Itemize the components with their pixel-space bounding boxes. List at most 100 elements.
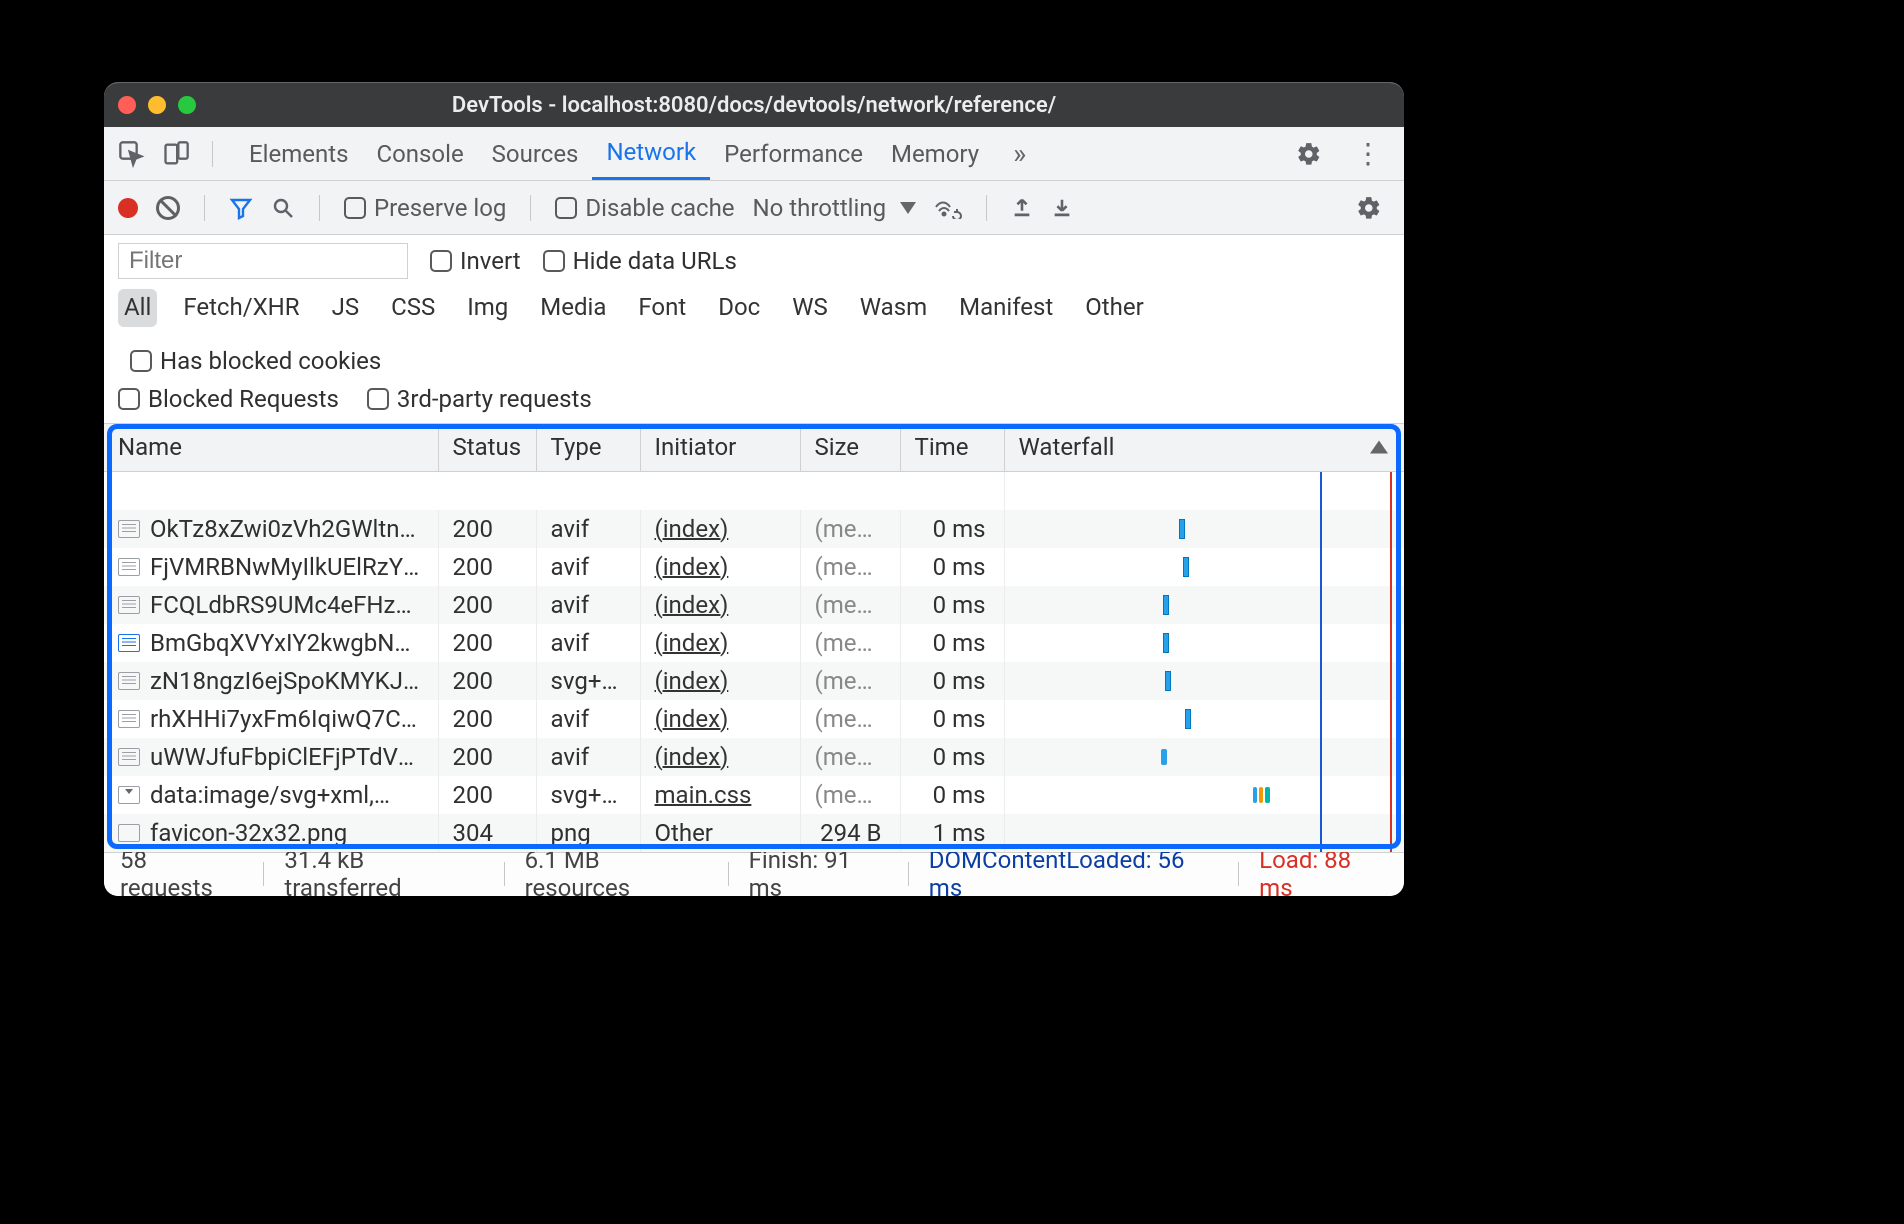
checkbox-icon[interactable]	[430, 250, 452, 272]
divider	[204, 195, 205, 221]
checkbox-icon[interactable]	[543, 250, 565, 272]
filter-type-js[interactable]: JS	[326, 289, 366, 327]
has-blocked-cookies-label: Has blocked cookies	[160, 347, 381, 375]
network-conditions-icon[interactable]	[934, 197, 962, 219]
col-status[interactable]: Status	[438, 424, 536, 472]
table-row[interactable]: uWWJfuFbpiClEFjPTdVD.p…200avif(index)(me…	[104, 738, 1404, 776]
device-toggle-icon[interactable]	[162, 140, 190, 168]
tab-network[interactable]: Network	[592, 127, 710, 180]
more-tabs-icon[interactable]: »	[1013, 137, 1026, 170]
clear-icon[interactable]	[156, 196, 180, 220]
filter-type-font[interactable]: Font	[632, 289, 692, 327]
filter-type-all[interactable]: All	[118, 289, 157, 327]
request-initiator[interactable]: (index)	[640, 738, 800, 776]
preserve-log-checkbox[interactable]: Preserve log	[344, 194, 506, 222]
filter-type-img[interactable]: Img	[461, 289, 514, 327]
table-row[interactable]: OkTz8xZwi0zVh2GWltnE.p…200avif(index)(me…	[104, 510, 1404, 548]
filter-type-media[interactable]: Media	[534, 289, 612, 327]
filter-type-fetch-xhr[interactable]: Fetch/XHR	[177, 289, 305, 327]
filter-type-ws[interactable]: WS	[786, 289, 834, 327]
table-row[interactable]: data:image/svg+xml,…200svg+xmlmain.css(m…	[104, 776, 1404, 814]
tab-console[interactable]: Console	[362, 127, 477, 180]
table-row[interactable]: FCQLdbRS9UMc4eFHzYvI…200avif(index)(mem……	[104, 586, 1404, 624]
inspect-element-icon[interactable]	[118, 140, 146, 168]
table-row[interactable]: zN18ngzI6ejSpoKMYKJG.s…200svg+xml(index)…	[104, 662, 1404, 700]
request-initiator[interactable]: (index)	[640, 510, 800, 548]
tab-memory[interactable]: Memory	[877, 127, 993, 180]
request-initiator[interactable]: (index)	[640, 548, 800, 586]
zoom-window-icon[interactable]	[178, 96, 196, 114]
filter-input[interactable]	[118, 243, 408, 279]
table-row[interactable]: rhXHHi7yxFm6IqiwQ7C3.p…200avif(index)(me…	[104, 700, 1404, 738]
tab-performance[interactable]: Performance	[710, 127, 877, 180]
request-type: avif	[536, 738, 640, 776]
col-initiator[interactable]: Initiator	[640, 424, 800, 472]
close-window-icon[interactable]	[118, 96, 136, 114]
waterfall-cell	[1004, 700, 1404, 738]
hide-data-urls-label: Hide data URLs	[573, 247, 737, 275]
network-status-bar: 58 requests 31.4 kB transferred 6.1 MB r…	[104, 852, 1404, 896]
disable-cache-checkbox[interactable]: Disable cache	[555, 194, 734, 222]
third-party-label: 3rd-party requests	[397, 385, 592, 413]
tab-elements[interactable]: Elements	[235, 127, 362, 180]
request-status: 200	[438, 548, 536, 586]
filter-type-manifest[interactable]: Manifest	[953, 289, 1059, 327]
devtools-tabs: ElementsConsoleSourcesNetworkPerformance…	[104, 127, 1404, 181]
table-row[interactable]: BmGbqXVYxIY2kwgbNms…200avif(index)(mem…0…	[104, 624, 1404, 662]
request-initiator[interactable]: main.css	[640, 776, 800, 814]
devtools-window: DevTools - localhost:8080/docs/devtools/…	[104, 82, 1404, 896]
tab-sources[interactable]: Sources	[478, 127, 593, 180]
request-name: FjVMRBNwMyIlkUElRzYI.p…	[150, 553, 424, 581]
request-initiator[interactable]: (index)	[640, 700, 800, 738]
filter-type-wasm[interactable]: Wasm	[854, 289, 933, 327]
checkbox-icon[interactable]	[367, 388, 389, 410]
request-initiator[interactable]: (index)	[640, 662, 800, 700]
filter-funnel-icon[interactable]	[229, 196, 253, 220]
export-har-icon[interactable]	[1051, 197, 1073, 219]
filter-type-other[interactable]: Other	[1079, 289, 1149, 327]
col-waterfall[interactable]: Waterfall	[1004, 424, 1404, 472]
throttling-select[interactable]: No throttling	[753, 194, 917, 222]
request-initiator[interactable]: (index)	[640, 624, 800, 662]
file-type-icon	[118, 672, 140, 690]
import-har-icon[interactable]	[1011, 197, 1033, 219]
invert-checkbox[interactable]: Invert	[430, 247, 521, 275]
load-time: Load: 88 ms	[1259, 846, 1388, 896]
hide-data-urls-checkbox[interactable]: Hide data URLs	[543, 247, 737, 275]
col-size[interactable]: Size	[800, 424, 900, 472]
filter-type-css[interactable]: CSS	[385, 289, 441, 327]
checkbox-icon[interactable]	[555, 197, 577, 219]
settings-gear-icon[interactable]	[1288, 141, 1330, 167]
table-row[interactable]: favicon-32x32.png304pngOther294 B1 ms	[104, 814, 1404, 852]
checkbox-icon[interactable]	[130, 350, 152, 372]
minimize-window-icon[interactable]	[148, 96, 166, 114]
blocked-requests-checkbox[interactable]: Blocked Requests	[118, 385, 339, 413]
request-initiator[interactable]: (index)	[640, 586, 800, 624]
request-size: (mem…	[800, 548, 900, 586]
has-blocked-cookies-checkbox[interactable]: Has blocked cookies	[130, 347, 381, 375]
col-name[interactable]: Name	[104, 424, 438, 472]
table-row[interactable]: FjVMRBNwMyIlkUElRzYI.p…200avif(index)(me…	[104, 548, 1404, 586]
record-toggle-icon[interactable]	[118, 198, 138, 218]
request-name: favicon-32x32.png	[150, 819, 347, 847]
dropdown-arrow-icon	[900, 202, 916, 214]
checkbox-icon[interactable]	[344, 197, 366, 219]
request-name: FCQLdbRS9UMc4eFHzYvI…	[150, 591, 424, 619]
checkbox-icon[interactable]	[118, 388, 140, 410]
request-type: avif	[536, 586, 640, 624]
request-size: (mem…	[800, 510, 900, 548]
filter-type-doc[interactable]: Doc	[712, 289, 766, 327]
search-icon[interactable]	[271, 196, 295, 220]
network-toolbar: Preserve log Disable cache No throttling	[104, 181, 1404, 235]
waterfall-cell	[1004, 662, 1404, 700]
kebab-menu-icon[interactable]: ⋮	[1346, 137, 1390, 170]
col-type[interactable]: Type	[536, 424, 640, 472]
divider	[319, 195, 320, 221]
network-request-table: Name Status Type Initiator Size Time Wat…	[104, 424, 1404, 852]
finish-time: Finish: 91 ms	[749, 846, 888, 896]
col-time[interactable]: Time	[900, 424, 1004, 472]
third-party-checkbox[interactable]: 3rd-party requests	[367, 385, 592, 413]
request-name: uWWJfuFbpiClEFjPTdVD.p…	[150, 743, 424, 771]
network-settings-gear-icon[interactable]	[1348, 195, 1390, 221]
request-status: 304	[438, 814, 536, 852]
